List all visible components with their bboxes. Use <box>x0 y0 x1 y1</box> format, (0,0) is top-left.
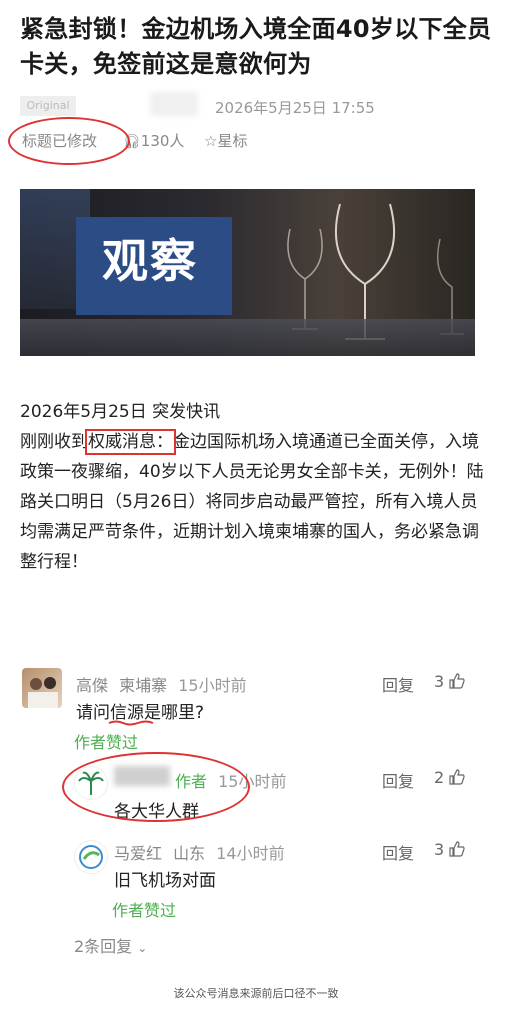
title-modified-label: 标题已修改 <box>22 132 98 150</box>
reply-button[interactable]: 回复 <box>382 672 414 696</box>
like-count: 3 <box>434 672 445 691</box>
commenter-name[interactable]: 高傑 <box>76 676 108 695</box>
article-title: 紧急封锁！金边机场入境全面40岁以下全员卡关，免签前这是意欲何为 <box>20 15 492 78</box>
publish-date: 2026年5月25日 17:55 <box>215 99 375 117</box>
image-caption: 该公众号消息来源前后口径不一致 <box>173 987 339 1000</box>
annotation-underline <box>108 720 154 726</box>
comment-header: 马爱红 山东 14小时前 <box>114 840 285 864</box>
like-button[interactable]: 2 <box>434 768 465 787</box>
comment-time: 15小时前 <box>178 676 247 695</box>
like-count: 3 <box>434 840 445 859</box>
palm-logo-icon <box>78 771 104 795</box>
like-button[interactable]: 3 <box>434 672 465 691</box>
comment-text: 各大华人群 <box>114 802 199 822</box>
author-liked-badge: 作者赞过 <box>74 733 139 752</box>
original-badge: Original <box>20 96 76 116</box>
author-name-blurred[interactable] <box>150 92 198 116</box>
hero-title: 观察 <box>102 234 198 288</box>
author-avatar[interactable] <box>74 766 108 800</box>
comment-text: 旧飞机场对面 <box>114 871 216 891</box>
thumbs-up-icon <box>449 841 465 857</box>
thumbs-up-icon <box>449 769 465 785</box>
author-role-badge: 作者 <box>175 772 208 791</box>
like-count: 2 <box>434 768 445 787</box>
avatar[interactable] <box>22 668 62 708</box>
author-name-blurred[interactable] <box>114 766 170 786</box>
listen-count[interactable]: 🎧︎130人 <box>123 130 184 151</box>
headphones-icon: 🎧︎ <box>123 134 141 150</box>
like-button[interactable]: 3 <box>434 840 465 859</box>
leaf-logo-icon <box>79 845 103 869</box>
chevron-down-icon: ⌄ <box>137 941 148 955</box>
more-replies-link[interactable]: 2条回复 ⌄ <box>74 933 147 957</box>
commenter-name[interactable]: 马爱红 <box>114 844 162 863</box>
thumbs-up-icon <box>449 673 465 689</box>
commenter-location: 山东 <box>173 844 206 863</box>
article-body: 2026年5月25日 突发快讯 刚刚收到权威消息：金边国际机场入境通道已全面关停… <box>20 397 490 577</box>
comment-time: 14小时前 <box>216 844 285 863</box>
avatar[interactable] <box>74 840 108 874</box>
body-headline: 2026年5月25日 突发快讯 <box>20 402 221 422</box>
star-button[interactable]: ☆星标 <box>204 130 247 151</box>
commenter-location: 柬埔寨 <box>119 676 168 695</box>
comment-header: 高傑 柬埔寨 15小时前 <box>76 672 247 696</box>
reply-button[interactable]: 回复 <box>382 768 414 792</box>
avatar-photo-icon <box>28 677 58 708</box>
star-icon: ☆ <box>204 132 218 150</box>
reply-header: 作者 15小时前 <box>175 768 286 792</box>
body-paragraph: 刚刚收到权威消息：金边国际机场入境通道已全面关停，入境政策一夜骤缩，40岁以下人… <box>20 429 484 572</box>
authority-highlight: 权威消息： <box>85 429 176 455</box>
author-liked-badge: 作者赞过 <box>112 901 177 920</box>
hero-table-surface <box>20 319 475 356</box>
reply-button[interactable]: 回复 <box>382 840 414 864</box>
comment-time: 15小时前 <box>218 772 287 791</box>
hero-image: 观察 <box>20 189 475 356</box>
